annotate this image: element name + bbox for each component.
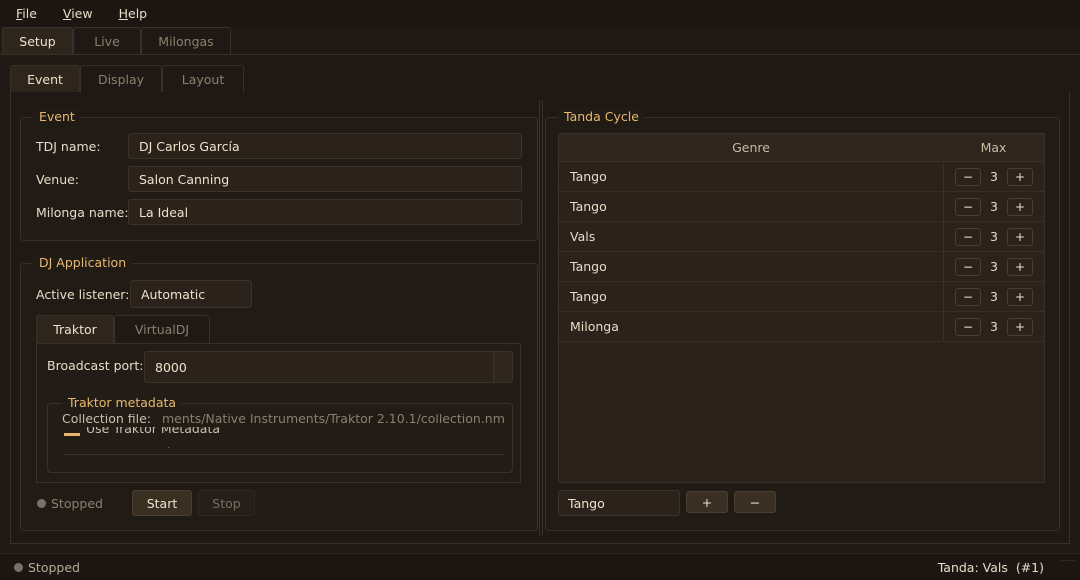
dj-application-group: DJ Application Active listener: Automati… bbox=[20, 255, 538, 531]
menu-help[interactable]: Help bbox=[111, 6, 156, 21]
venue-label: Venue: bbox=[36, 172, 80, 187]
status-bar: Stopped Tanda: Vals (#1) bbox=[0, 553, 1080, 580]
metadata-divider bbox=[64, 454, 504, 455]
traktor-panel: Broadcast port: 8000 Traktor metadata Co… bbox=[36, 343, 521, 483]
tab-setup[interactable]: Setup bbox=[2, 27, 73, 54]
tanda-row[interactable]: Vals −3 + bbox=[559, 222, 1044, 252]
increment-button[interactable]: + bbox=[1007, 197, 1033, 216]
dj-application-title: DJ Application bbox=[33, 255, 133, 271]
active-listener-select[interactable]: Automatic bbox=[130, 280, 252, 308]
menu-file[interactable]: File bbox=[8, 6, 45, 21]
decrement-button[interactable]: − bbox=[955, 197, 981, 216]
milonga-name-label: Milonga name: bbox=[36, 205, 129, 220]
tab-live[interactable]: Live bbox=[73, 27, 141, 54]
metadata-scroll-area[interactable]: Collection file: ments/Native Instrument… bbox=[54, 414, 506, 458]
tab-virtualdj[interactable]: VirtualDJ bbox=[114, 315, 210, 343]
tanda-genre-cell: Tango bbox=[570, 169, 607, 184]
increment-button[interactable]: + bbox=[1007, 317, 1033, 336]
collection-file-field[interactable]: ments/Native Instruments/Traktor 2.10.1/… bbox=[162, 414, 506, 426]
setup-tabbar: Event Display Layout bbox=[10, 65, 1070, 93]
event-group-title: Event bbox=[33, 109, 81, 125]
decrement-button[interactable]: − bbox=[955, 287, 981, 306]
tanda-max-cell: −3 + bbox=[943, 252, 1044, 281]
tdj-name-label: TDJ name: bbox=[36, 139, 101, 154]
listener-status-text: Stopped bbox=[51, 496, 103, 511]
genre-column-header[interactable]: Genre bbox=[559, 140, 943, 155]
tanda-genre-cell: Tango bbox=[570, 289, 607, 304]
broadcast-port-label: Broadcast port: bbox=[47, 358, 144, 373]
traktor-metadata-title: Traktor metadata bbox=[62, 395, 183, 411]
remove-genre-button[interactable]: − bbox=[734, 491, 776, 513]
app-status: Stopped bbox=[14, 560, 80, 575]
tanda-cycle-title: Tanda Cycle bbox=[558, 109, 645, 125]
active-listener-label: Active listener: bbox=[36, 287, 130, 302]
max-column-header[interactable]: Max bbox=[943, 140, 1044, 155]
tanda-max-cell: −3 + bbox=[943, 312, 1044, 341]
tanda-genre-cell: Tango bbox=[570, 259, 607, 274]
tanda-table: Genre Max Tango −3 + Tango −3 + Vals −3 + Tango −3… bbox=[558, 133, 1045, 483]
increment-button[interactable]: + bbox=[1007, 287, 1033, 306]
main-tabbar: Setup Live Milongas bbox=[0, 27, 1080, 55]
increment-button[interactable]: + bbox=[1007, 167, 1033, 186]
tanda-max-cell: −3 + bbox=[943, 192, 1044, 221]
app-status-dot-icon bbox=[14, 563, 23, 572]
add-genre-button[interactable]: + bbox=[686, 491, 728, 513]
tab-display[interactable]: Display bbox=[80, 65, 162, 92]
decrement-button[interactable]: − bbox=[955, 257, 981, 276]
start-button[interactable]: Start bbox=[132, 490, 192, 516]
tanda-genre-cell: Milonga bbox=[570, 319, 619, 334]
decrement-button[interactable]: − bbox=[955, 317, 981, 336]
decrement-button[interactable]: − bbox=[955, 167, 981, 186]
event-group: Event TDJ name: DJ Carlos García Venue: … bbox=[20, 109, 538, 241]
tanda-row[interactable]: Milonga −3 + bbox=[559, 312, 1044, 342]
current-tanda: Tanda: Vals (#1) bbox=[937, 560, 1044, 575]
tanda-max-cell: −3 + bbox=[943, 162, 1044, 191]
tanda-genre-cell: Vals bbox=[570, 229, 596, 244]
menubar: File View Help bbox=[0, 0, 1080, 27]
increment-button[interactable]: + bbox=[1007, 227, 1033, 246]
tanda-cycle-group: Tanda Cycle Genre Max Tango −3 + Tango −3 + Va… bbox=[545, 109, 1060, 531]
splitter-handle[interactable] bbox=[539, 100, 543, 536]
status-dot-icon bbox=[37, 499, 46, 508]
tanda-row[interactable]: Tango −3 + bbox=[559, 192, 1044, 222]
tanda-rows: Tango −3 + Tango −3 + Vals −3 + Tango −3 + Tango −3 + M… bbox=[559, 162, 1044, 342]
tanda-row[interactable]: Tango −3 + bbox=[559, 252, 1044, 282]
tanda-max-cell: −3 + bbox=[943, 222, 1044, 251]
tanda-row[interactable]: Tango −3 + bbox=[559, 282, 1044, 312]
milonga-name-field[interactable]: La Ideal bbox=[128, 199, 522, 225]
tab-layout[interactable]: Layout bbox=[162, 65, 244, 92]
traktor-metadata-group: Traktor metadata Collection file: ments/… bbox=[47, 395, 513, 473]
max-value: 3 bbox=[990, 289, 998, 304]
menu-view[interactable]: View bbox=[55, 6, 101, 21]
max-value: 3 bbox=[990, 169, 998, 184]
tanda-genre-cell: Tango bbox=[570, 199, 607, 214]
import-metadata-label: Import Metadata as HTML bbox=[86, 442, 248, 448]
tanda-max-cell: −3 + bbox=[943, 282, 1044, 311]
decrement-button[interactable]: − bbox=[955, 227, 981, 246]
tab-milongas[interactable]: Milongas bbox=[141, 27, 231, 54]
tanda-table-header: Genre Max bbox=[559, 134, 1044, 162]
tdj-name-field[interactable]: DJ Carlos García bbox=[128, 133, 522, 159]
genre-select[interactable]: Tango bbox=[558, 490, 680, 516]
broadcast-port-spinbox[interactable]: 8000 bbox=[144, 351, 513, 383]
increment-button[interactable]: + bbox=[1007, 257, 1033, 276]
venue-field[interactable]: Salon Canning bbox=[128, 166, 522, 192]
max-value: 3 bbox=[990, 229, 998, 244]
port-spin-arrows[interactable] bbox=[493, 352, 512, 382]
tab-traktor[interactable]: Traktor bbox=[36, 315, 114, 343]
max-value: 3 bbox=[990, 259, 998, 274]
max-value: 3 bbox=[990, 319, 998, 334]
app-status-text: Stopped bbox=[28, 560, 80, 575]
listener-status: Stopped bbox=[37, 496, 103, 511]
use-metadata-checkbox[interactable] bbox=[64, 433, 80, 436]
use-metadata-label: Use Traktor Metadata bbox=[86, 427, 221, 435]
collection-file-label: Collection file: bbox=[62, 414, 152, 426]
tab-event[interactable]: Event bbox=[10, 65, 80, 92]
size-grip[interactable] bbox=[1060, 560, 1076, 576]
stop-button[interactable]: Stop bbox=[198, 490, 255, 516]
max-value: 3 bbox=[990, 199, 998, 214]
dj-app-tabbar: Traktor VirtualDJ bbox=[36, 315, 516, 343]
tanda-row[interactable]: Tango −3 + bbox=[559, 162, 1044, 192]
